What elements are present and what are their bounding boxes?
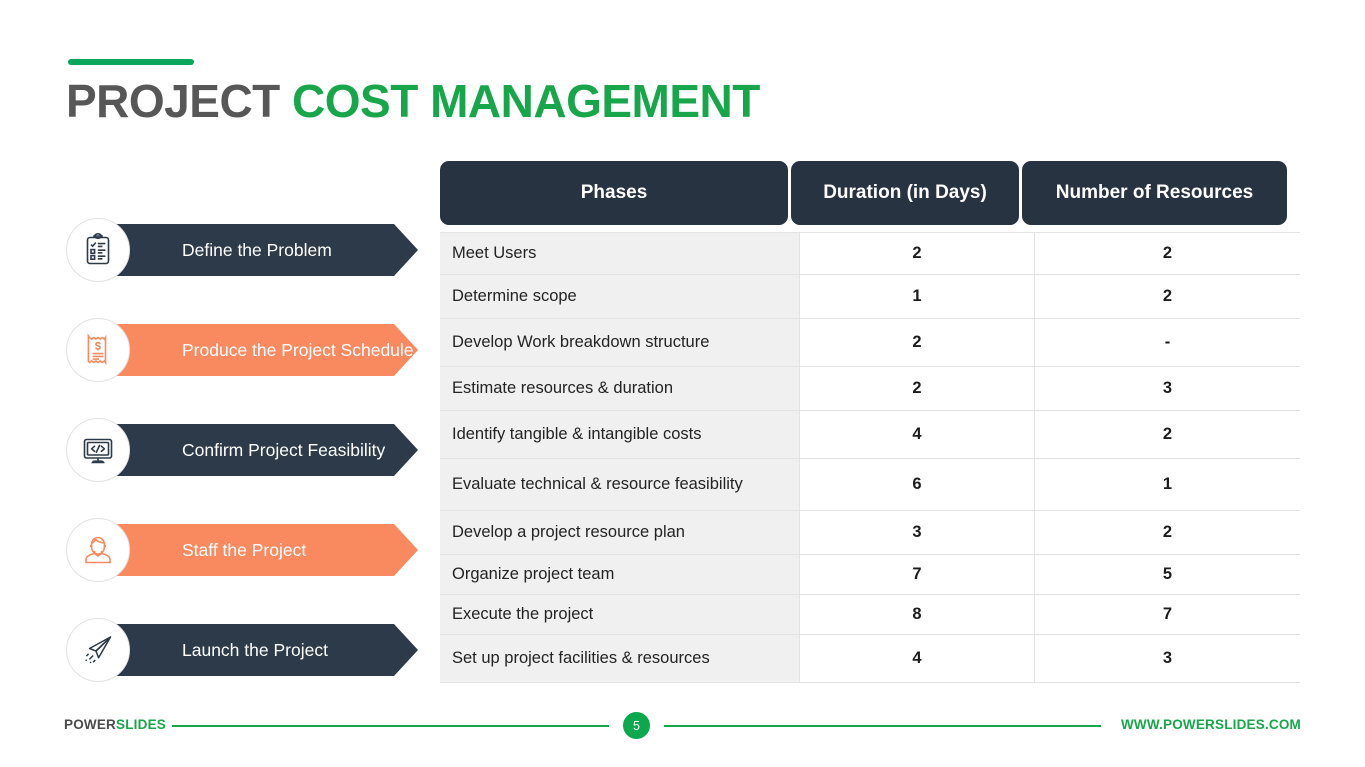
cell-phase: Estimate resources & duration — [440, 367, 799, 410]
cell-duration: 2 — [799, 233, 1034, 274]
step-arrow-shape[interactable]: Staff the Project — [100, 524, 418, 576]
step-label: Define the Problem — [182, 239, 332, 260]
cell-resources: 1 — [1034, 459, 1300, 510]
cell-duration: 4 — [799, 635, 1034, 682]
step-arrow-shape[interactable]: Produce the Project Schedule — [100, 324, 418, 376]
slide-footer: POWERSLIDES 5 WWW.POWERSLIDES.COM — [0, 712, 1365, 754]
clipboard-checklist-icon — [86, 233, 110, 265]
cell-resources: - — [1034, 319, 1300, 366]
cell-resources: 2 — [1034, 275, 1300, 318]
step-label: Confirm Project Feasibility — [182, 439, 386, 460]
cell-phase: Identify tangible & intangible costs — [440, 411, 799, 458]
table-row[interactable]: Organize project team 7 5 — [440, 555, 1300, 595]
table-row[interactable]: Set up project facilities & resources 4 3 — [440, 635, 1300, 683]
cell-duration: 7 — [799, 555, 1034, 594]
paper-plane-icon — [85, 636, 112, 664]
process-step-staff-the-project[interactable]: Staff the Project — [66, 518, 418, 582]
footer-rule-left — [172, 725, 609, 727]
slide-root: PROJECT COST MANAGEMENT Define the Probl… — [0, 0, 1365, 767]
monitor-code-icon — [83, 438, 113, 464]
cell-phase: Set up project facilities & resources — [440, 635, 799, 682]
table-row[interactable]: Execute the project 8 7 — [440, 595, 1300, 635]
step-label: Produce the Project Schedule — [182, 339, 414, 360]
step-icon-circle — [66, 318, 130, 382]
cell-resources: 2 — [1034, 233, 1300, 274]
receipt-dollar-icon — [87, 333, 107, 366]
cell-duration: 2 — [799, 319, 1034, 366]
cell-duration: 6 — [799, 459, 1034, 510]
page-title-part2: COST MANAGEMENT — [292, 75, 760, 127]
cell-phase: Determine scope — [440, 275, 799, 318]
cell-duration: 2 — [799, 367, 1034, 410]
person-user-icon — [85, 536, 111, 564]
title-accent-bar — [68, 59, 194, 65]
page-title-part1: PROJECT — [66, 75, 280, 127]
cell-phase: Develop Work breakdown structure — [440, 319, 799, 366]
table-row[interactable]: Evaluate technical & resource feasibilit… — [440, 459, 1300, 511]
table-header-resources[interactable]: Number of Resources — [1022, 161, 1287, 225]
page-number-badge: 5 — [623, 712, 650, 739]
brand-part1: POWER — [64, 717, 117, 732]
cell-resources: 3 — [1034, 367, 1300, 410]
cell-duration: 8 — [799, 595, 1034, 634]
cell-phase: Execute the project — [440, 595, 799, 634]
table-row[interactable]: Identify tangible & intangible costs 4 2 — [440, 411, 1300, 459]
table-row[interactable]: Estimate resources & duration 2 3 — [440, 367, 1300, 411]
table-row[interactable]: Develop a project resource plan 3 2 — [440, 511, 1300, 555]
table-header-duration[interactable]: Duration (in Days) — [791, 161, 1019, 225]
cell-duration: 3 — [799, 511, 1034, 554]
step-icon-circle — [66, 418, 130, 482]
table-header-phases[interactable]: Phases — [440, 161, 788, 225]
step-label: Staff the Project — [182, 539, 307, 560]
process-step-produce-the-project-schedule[interactable]: Produce the Project Schedule — [66, 318, 418, 382]
cell-phase: Organize project team — [440, 555, 799, 594]
cell-resources: 5 — [1034, 555, 1300, 594]
phases-table: Phases Duration (in Days) Number of Reso… — [440, 161, 1300, 683]
cell-phase: Meet Users — [440, 233, 799, 274]
step-icon-circle — [66, 618, 130, 682]
cell-resources: 7 — [1034, 595, 1300, 634]
cell-duration: 4 — [799, 411, 1034, 458]
table-row[interactable]: Determine scope 1 2 — [440, 275, 1300, 319]
cell-duration: 1 — [799, 275, 1034, 318]
table-row[interactable]: Meet Users 2 2 — [440, 233, 1300, 275]
step-icon-circle — [66, 218, 130, 282]
step-icon-circle — [66, 518, 130, 582]
page-title: PROJECT COST MANAGEMENT — [66, 72, 760, 130]
step-arrow-shape[interactable]: Confirm Project Feasibility — [100, 424, 418, 476]
cell-phase: Evaluate technical & resource feasibilit… — [440, 459, 799, 510]
cell-phase: Develop a project resource plan — [440, 511, 799, 554]
step-label: Launch the Project — [182, 639, 328, 660]
cell-resources: 2 — [1034, 511, 1300, 554]
website-url[interactable]: WWW.POWERSLIDES.COM — [1121, 717, 1301, 732]
table-body: Meet Users 2 2 Determine scope 1 2 Develop Wor… — [440, 232, 1300, 683]
step-arrow-shape[interactable]: Launch the Project — [100, 624, 418, 676]
cell-resources: 2 — [1034, 411, 1300, 458]
table-row[interactable]: Develop Work breakdown structure 2- — [440, 319, 1300, 367]
process-step-confirm-project-feasibility[interactable]: Confirm Project Feasibility — [66, 418, 418, 482]
powerslides-logo: POWERSLIDES — [64, 717, 166, 732]
cell-resources: 3 — [1034, 635, 1300, 682]
brand-part2: SLIDES — [116, 717, 166, 732]
process-step-launch-the-project[interactable]: Launch the Project — [66, 618, 418, 682]
step-arrow-shape[interactable]: Define the Problem — [100, 224, 418, 276]
footer-rule-right — [664, 725, 1101, 727]
process-step-define-the-problem[interactable]: Define the Problem — [66, 218, 418, 282]
table-header-row: Phases Duration (in Days) Number of Reso… — [440, 161, 1300, 225]
process-steps-list: Define the Problem Produce the Project S… — [66, 218, 426, 683]
